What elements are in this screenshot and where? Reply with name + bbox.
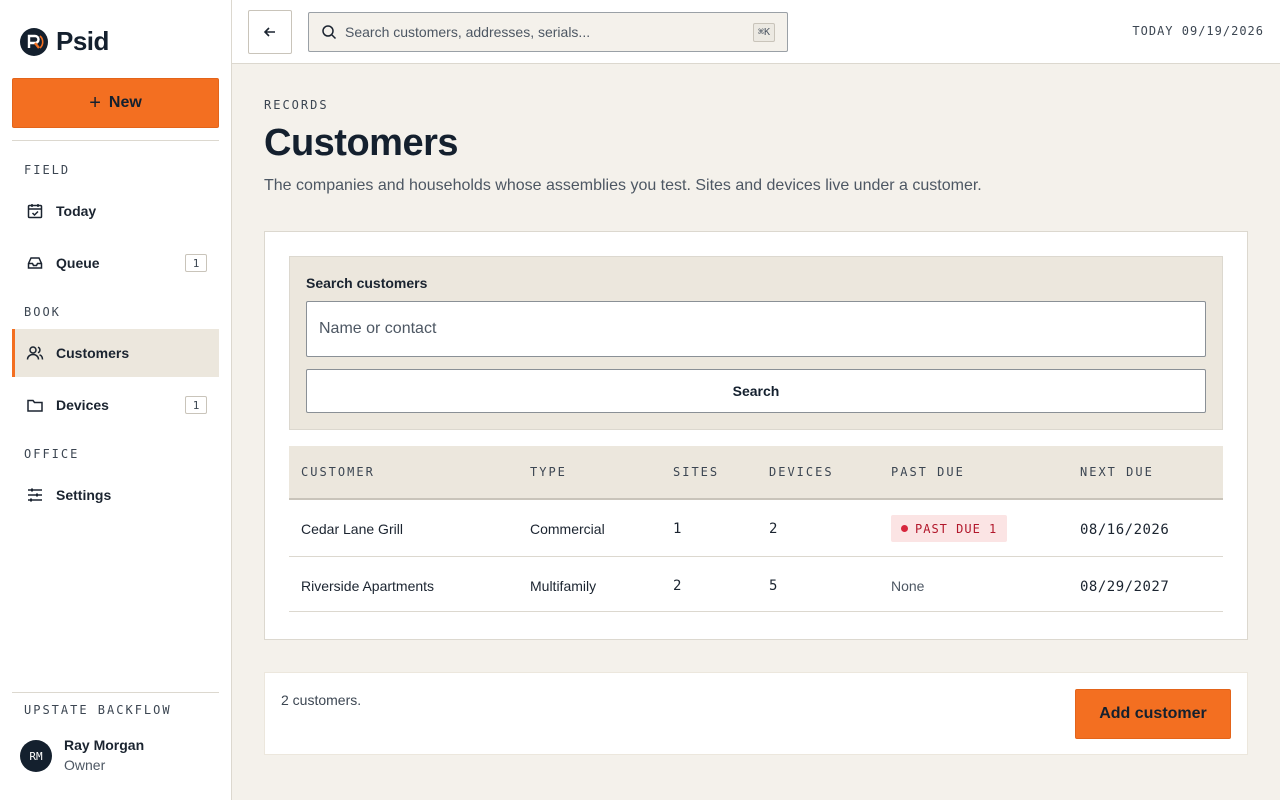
customer-search-label: Search customers bbox=[306, 275, 428, 291]
sidebar-item-label: Settings bbox=[56, 487, 112, 503]
customers-table: CUSTOMER TYPE SITES DEVICES PAST DUE NEX… bbox=[289, 446, 1223, 612]
column-header-sites[interactable]: SITES bbox=[673, 465, 719, 479]
user-role: Owner bbox=[64, 757, 106, 773]
customers-footer: 2 customers. Add customer bbox=[264, 672, 1248, 755]
brand[interactable]: Psid bbox=[20, 26, 109, 57]
sidebar: Psid + New FIELD Today Queue 1 BOOK Cust… bbox=[0, 0, 232, 800]
customer-name-link[interactable]: Cedar Lane Grill bbox=[301, 521, 403, 537]
sites-count: 1 bbox=[673, 521, 682, 537]
queue-count-badge: 1 bbox=[185, 254, 207, 272]
customer-search-panel: Search customers Search bbox=[289, 256, 1223, 430]
sidebar-item-label: Today bbox=[56, 203, 97, 219]
brand-name: Psid bbox=[56, 26, 109, 56]
customer-search-input[interactable] bbox=[306, 301, 1206, 357]
new-button-label: New bbox=[108, 94, 142, 111]
customer-type: Multifamily bbox=[530, 578, 597, 594]
column-header-type[interactable]: TYPE bbox=[530, 465, 567, 479]
next-due-date: 08/16/2026 bbox=[1080, 522, 1170, 538]
column-header-customer[interactable]: CUSTOMER bbox=[301, 465, 375, 479]
sliders-icon bbox=[28, 488, 42, 502]
search-button[interactable]: Search bbox=[306, 369, 1206, 413]
sidebar-divider bbox=[12, 692, 219, 693]
column-header-next-due[interactable]: NEXT DUE bbox=[1080, 465, 1154, 479]
back-button[interactable] bbox=[248, 10, 292, 54]
global-search-input[interactable] bbox=[345, 24, 787, 40]
add-customer-button[interactable]: Add customer bbox=[1075, 689, 1231, 739]
sidebar-item-label: Queue bbox=[56, 255, 100, 271]
arrow-left-icon bbox=[263, 27, 275, 37]
status-dot-icon bbox=[901, 525, 908, 532]
today-date: TODAY 09/19/2026 bbox=[1132, 24, 1264, 38]
organization-name: UPSTATE BACKFLOW bbox=[24, 703, 172, 717]
sidebar-item-today[interactable]: Today bbox=[12, 187, 219, 235]
calendar-check-icon bbox=[27, 204, 43, 219]
plus-icon: + bbox=[89, 92, 101, 114]
customer-name-link[interactable]: Riverside Apartments bbox=[301, 578, 434, 594]
new-button[interactable]: + New bbox=[12, 78, 219, 128]
search-icon bbox=[322, 25, 337, 40]
sidebar-item-customers[interactable]: Customers bbox=[12, 329, 219, 377]
devices-count: 5 bbox=[769, 578, 778, 594]
sidebar-item-settings[interactable]: Settings bbox=[12, 471, 219, 519]
page-eyebrow: RECORDS bbox=[264, 98, 329, 112]
avatar[interactable]: RM bbox=[20, 740, 52, 772]
section-label-field: FIELD bbox=[24, 163, 71, 177]
psid-logo-icon bbox=[20, 27, 48, 56]
past-due-none: None bbox=[891, 578, 925, 594]
devices-count: 2 bbox=[769, 521, 778, 537]
sidebar-item-label: Customers bbox=[56, 345, 130, 361]
top-bar: ⌘K TODAY 09/19/2026 bbox=[232, 0, 1280, 64]
sidebar-item-label: Devices bbox=[56, 397, 109, 413]
past-due-badge-label: PAST DUE 1 bbox=[915, 521, 998, 536]
devices-count-badge: 1 bbox=[185, 396, 207, 414]
sidebar-divider bbox=[12, 140, 219, 141]
customer-count: 2 customers. bbox=[281, 692, 362, 708]
user-name: Ray Morgan bbox=[64, 737, 145, 753]
column-header-devices[interactable]: DEVICES bbox=[769, 465, 834, 479]
sidebar-item-devices[interactable]: Devices 1 bbox=[12, 381, 219, 429]
customer-type: Commercial bbox=[530, 521, 605, 537]
users-icon bbox=[26, 346, 44, 360]
folder-icon bbox=[27, 399, 43, 412]
sidebar-item-queue[interactable]: Queue 1 bbox=[12, 239, 219, 287]
page-title: Customers bbox=[264, 122, 459, 164]
page-subtitle: The companies and households whose assem… bbox=[264, 177, 982, 194]
customers-card: Search customers Search CUSTOMER TYPE SI… bbox=[264, 231, 1248, 640]
section-label-book: BOOK bbox=[24, 305, 61, 319]
global-search[interactable]: ⌘K bbox=[308, 12, 788, 52]
sites-count: 2 bbox=[673, 578, 682, 594]
keyboard-shortcut-hint: ⌘K bbox=[752, 23, 775, 42]
inbox-icon bbox=[27, 257, 43, 269]
section-label-office: OFFICE bbox=[24, 447, 80, 461]
table-row[interactable]: Riverside Apartments Multifamily 2 5 Non… bbox=[289, 557, 1223, 612]
past-due-badge[interactable]: PAST DUE 1 bbox=[891, 515, 1008, 542]
column-header-past-due[interactable]: PAST DUE bbox=[891, 465, 965, 479]
table-row[interactable]: Cedar Lane Grill Commercial 1 2 PAST DUE… bbox=[289, 500, 1223, 557]
next-due-date: 08/29/2027 bbox=[1080, 579, 1170, 595]
table-header: CUSTOMER TYPE SITES DEVICES PAST DUE NEX… bbox=[289, 446, 1223, 500]
